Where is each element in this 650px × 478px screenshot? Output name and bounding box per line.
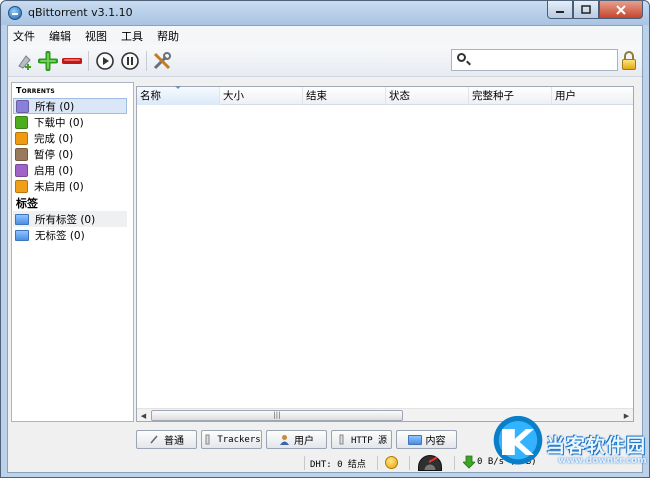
menu-file[interactable]: 文件 [13, 28, 35, 44]
maximize-button[interactable] [573, 1, 599, 19]
tab-general[interactable]: 普通 [136, 430, 197, 449]
trackers-icon [205, 434, 210, 445]
menu-bar: 文件 编辑 视图 工具 帮助 [8, 26, 642, 45]
speed-limit-icon[interactable] [418, 455, 442, 471]
filter-sidebar: Torrents 所有 (0) 下载中 (0) 完成 (0) 暂停 (0) 启用… [11, 82, 134, 422]
torrents-status-header: Torrents [16, 86, 55, 95]
tab-trackers[interactable]: Trackers [201, 430, 262, 449]
column-done[interactable]: 结束 [303, 87, 386, 105]
content-icon [407, 434, 422, 445]
search-input[interactable] [451, 49, 618, 71]
scroll-thumb[interactable]: ||| [151, 410, 403, 421]
general-icon [150, 435, 158, 444]
window-title: qBittorrent v3.1.10 [28, 6, 133, 19]
filter-inactive[interactable]: 未启用 (0) [13, 178, 127, 194]
tab-http-sources[interactable]: HTTP 源 [331, 430, 392, 449]
minimize-icon [556, 10, 564, 13]
title-bar[interactable]: qBittorrent v3.1.10 [1, 1, 649, 25]
add-torrent-link-icon [18, 55, 31, 70]
search-icon [457, 53, 466, 62]
resume-button[interactable] [94, 50, 116, 72]
filter-label: 启用 (0) [34, 164, 74, 177]
toolbar-separator [88, 51, 89, 71]
paused-icon [15, 147, 28, 161]
label-all[interactable]: 所有标签 (0) [13, 211, 127, 227]
sort-indicator-icon [175, 86, 181, 89]
torrent-list[interactable]: 名称 大小 结束 状态 完整种子 用户 ◀ ||| ▶ [136, 86, 634, 422]
filter-paused[interactable]: 暂停 (0) [13, 146, 127, 162]
column-name[interactable]: 名称 [137, 86, 220, 105]
client-area: 文件 编辑 视图 工具 帮助 Torrents 所有 (0) 下载中 (0) 完… [7, 25, 643, 473]
close-button[interactable] [599, 1, 643, 19]
maximize-icon [581, 4, 591, 14]
active-icon [15, 163, 28, 177]
pause-icon [121, 52, 139, 70]
remove-torrent-button[interactable] [61, 50, 83, 72]
label-filter-text: 所有标签 (0) [35, 213, 96, 226]
peers-icon [280, 435, 289, 445]
lock-icon[interactable] [622, 51, 636, 71]
watermark-url: www.downkr.com [558, 456, 647, 466]
menu-edit[interactable]: 编辑 [49, 28, 71, 44]
options-button[interactable] [151, 50, 173, 72]
filter-all[interactable]: 所有 (0) [13, 98, 127, 114]
add-torrent-link-button[interactable] [14, 50, 36, 72]
toolbar-separator [146, 51, 147, 71]
all-icon [16, 99, 29, 113]
app-window: qBittorrent v3.1.10 文件 编辑 视图 工具 帮助 Torre… [0, 0, 650, 478]
label-filter-text: 无标签 (0) [35, 229, 85, 242]
add-torrent-icon [38, 51, 58, 71]
watermark-logo [488, 415, 548, 471]
filter-label: 下载中 (0) [34, 116, 84, 129]
filter-completed[interactable]: 完成 (0) [13, 130, 127, 146]
column-size[interactable]: 大小 [220, 87, 303, 105]
minimize-button[interactable] [547, 1, 573, 19]
menu-tools[interactable]: 工具 [121, 28, 143, 44]
column-peers[interactable]: 用户 [552, 87, 633, 105]
downloading-icon [15, 115, 28, 129]
options-icon [153, 52, 171, 70]
labels-header: 标签 [16, 197, 38, 210]
scroll-left-icon[interactable]: ◀ [137, 409, 150, 422]
site-watermark: 当客软件园 www.downkr.com [488, 411, 648, 477]
connection-status-icon[interactable] [385, 456, 398, 469]
filter-label: 暂停 (0) [34, 148, 74, 161]
menu-help[interactable]: 帮助 [157, 28, 179, 44]
column-status[interactable]: 状态 [386, 87, 469, 105]
close-icon [616, 4, 626, 15]
label-unlabeled[interactable]: 无标签 (0) [13, 227, 127, 243]
add-torrent-button[interactable] [37, 50, 59, 72]
download-speed-icon [463, 455, 475, 469]
remove-icon [62, 58, 82, 64]
filter-downloading[interactable]: 下载中 (0) [13, 114, 127, 130]
completed-icon [15, 131, 28, 145]
qbittorrent-logo-icon [8, 6, 22, 20]
filter-active[interactable]: 启用 (0) [13, 162, 127, 178]
inactive-icon [15, 179, 28, 193]
http-sources-icon [339, 434, 344, 445]
folder-icon [15, 229, 29, 241]
column-seeds[interactable]: 完整种子 [469, 87, 552, 105]
dht-status: DHT: 0 结点 [310, 460, 366, 470]
tab-peers[interactable]: 用户 [266, 430, 327, 449]
watermark-text: 当客软件园 [546, 435, 647, 457]
window-controls [547, 1, 643, 19]
pause-button[interactable] [119, 50, 141, 72]
filter-label: 未启用 (0) [34, 180, 84, 193]
resume-icon [96, 52, 114, 70]
toolbar [8, 45, 642, 77]
filter-label: 完成 (0) [34, 132, 74, 145]
filter-label: 所有 (0) [35, 100, 75, 113]
tab-content[interactable]: 内容 [396, 430, 457, 449]
menu-view[interactable]: 视图 [85, 28, 107, 44]
torrent-list-header: 名称 大小 结束 状态 完整种子 用户 [137, 86, 633, 105]
folder-icon [15, 213, 29, 225]
